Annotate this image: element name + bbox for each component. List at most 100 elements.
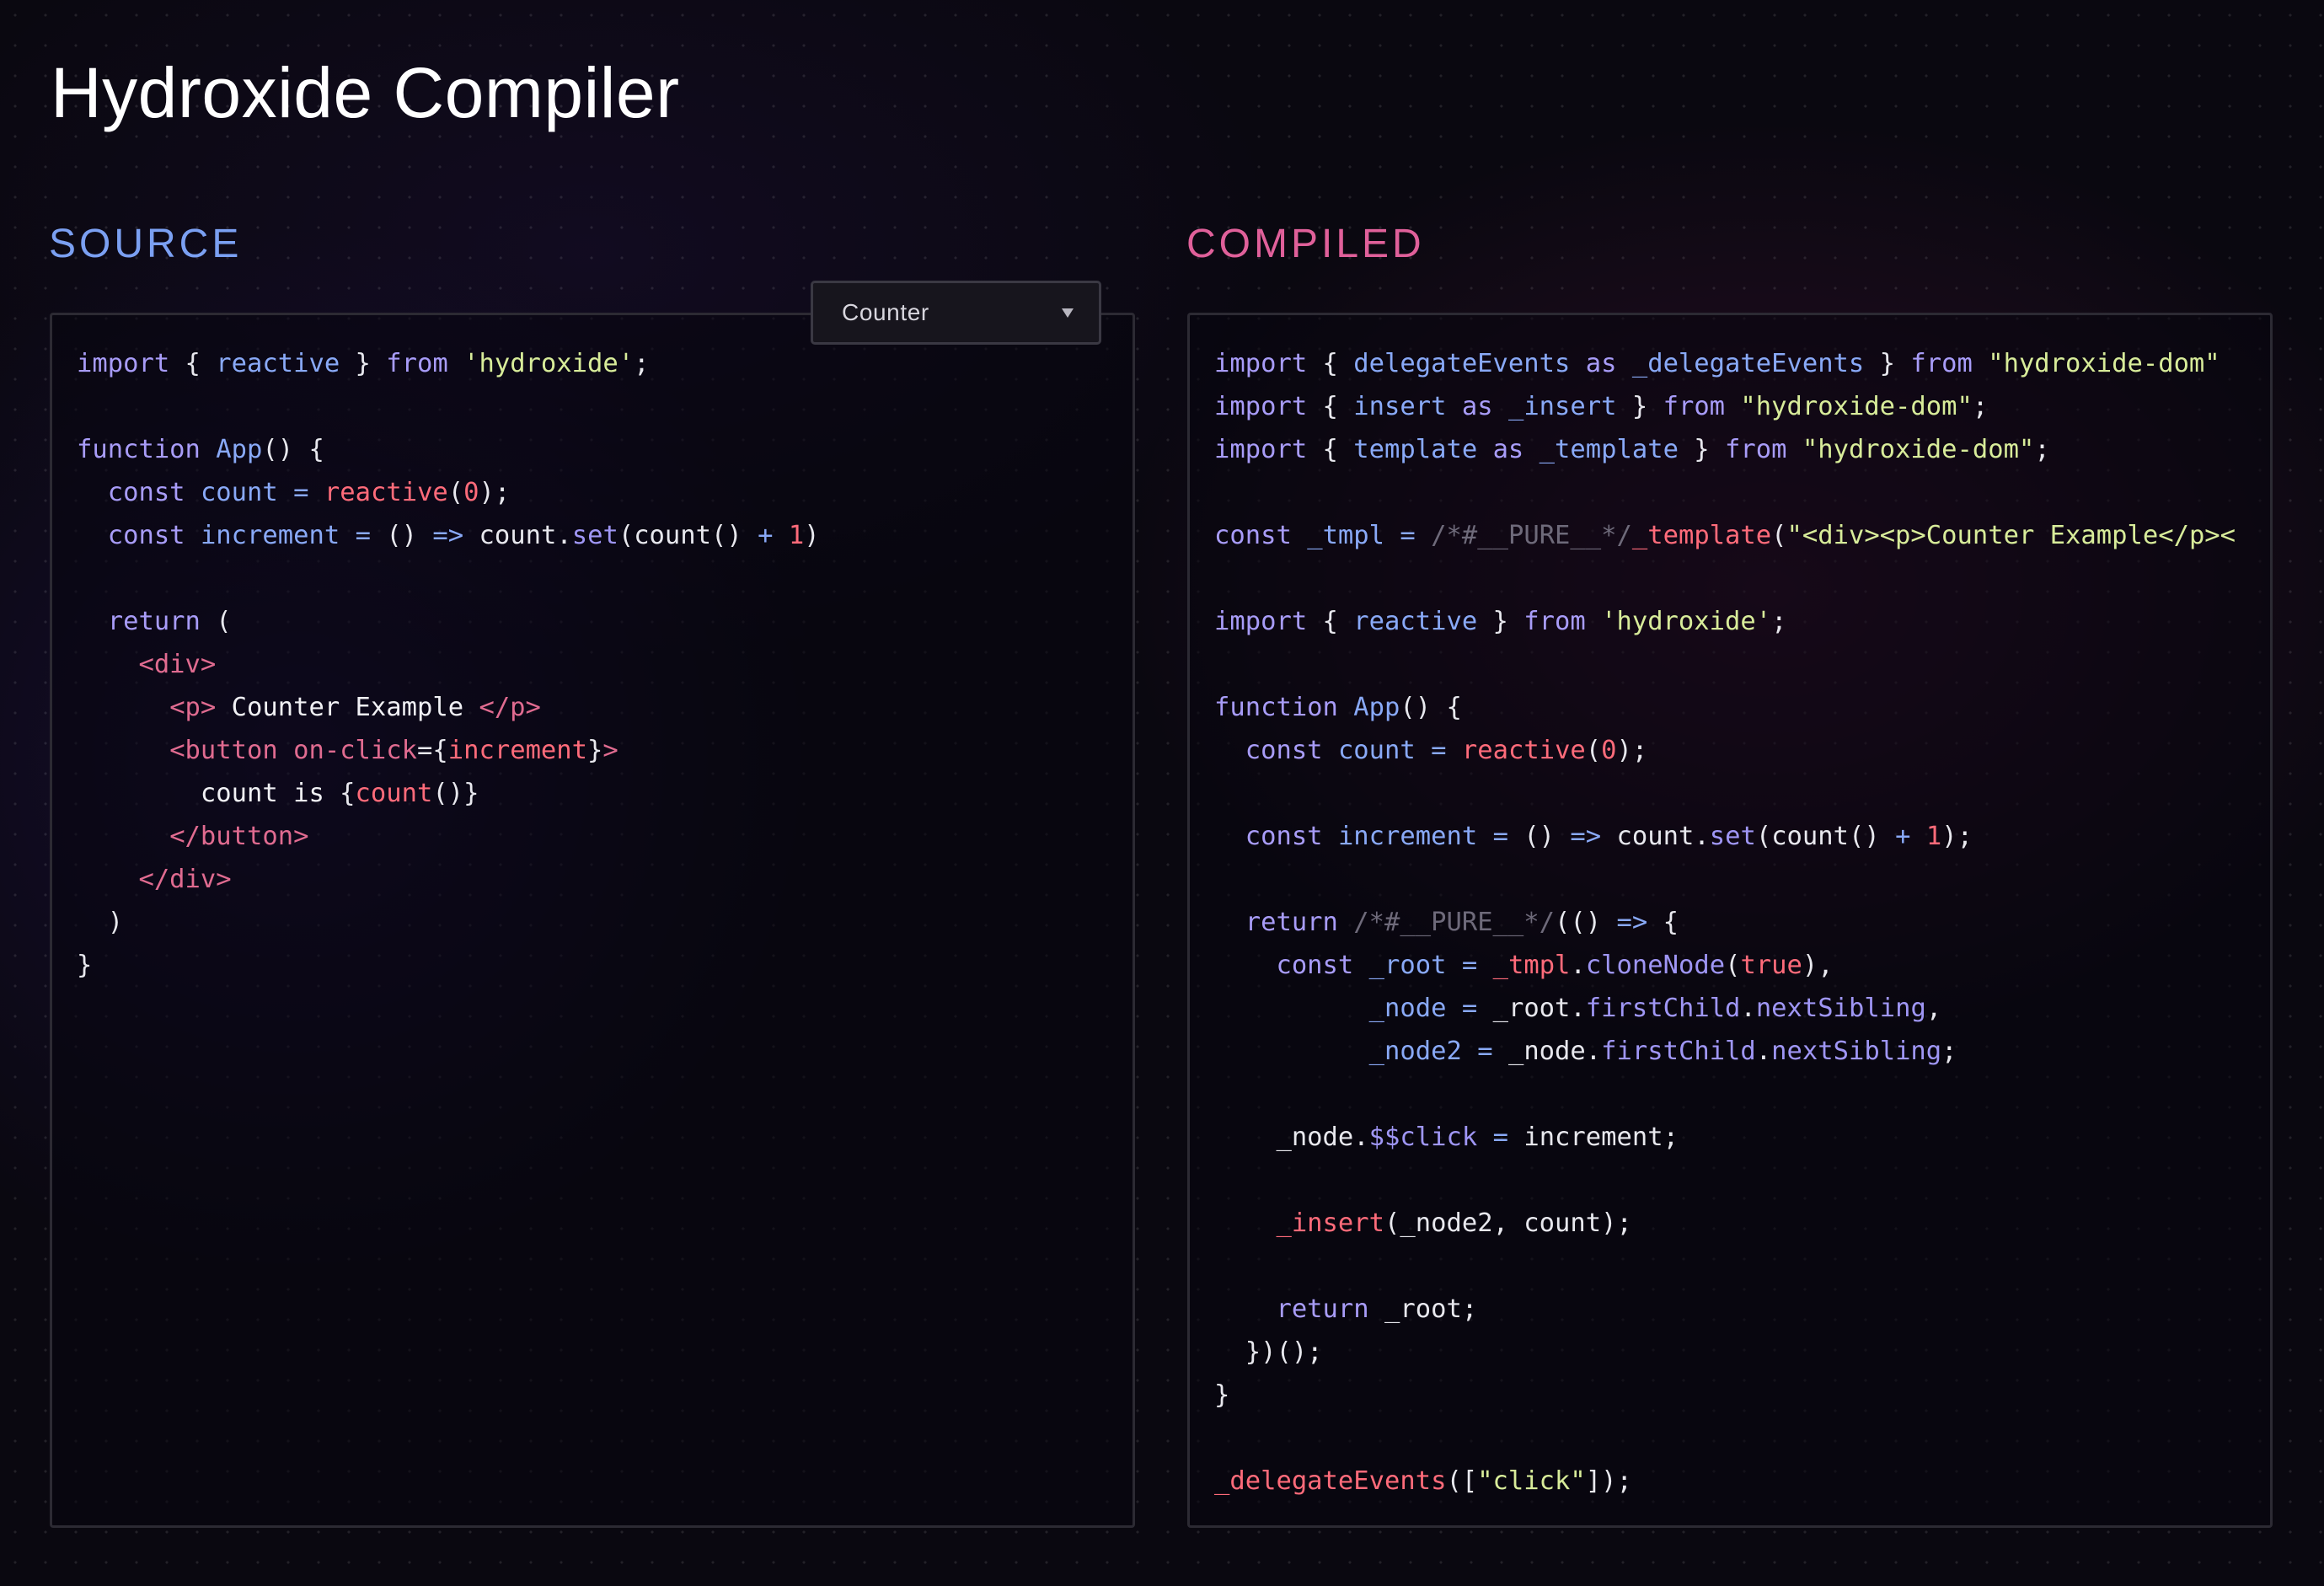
code-line: _node.$$click = increment; xyxy=(1214,1116,2270,1159)
code-token: ); xyxy=(479,478,511,507)
code-token: count xyxy=(1616,822,1695,851)
code-token: return xyxy=(1276,1294,1369,1324)
code-token: count xyxy=(1771,822,1850,851)
source-editor[interactable]: import { reactive } from 'hydroxide'; fun… xyxy=(50,313,1135,1528)
code-line: _node = _root.firstChild.nextSibling, xyxy=(1214,987,2270,1030)
code-token: _delegateEvents xyxy=(1214,1466,1447,1496)
code-token: = xyxy=(1492,1123,1508,1152)
code-token: () { xyxy=(262,435,324,464)
code-token: _root xyxy=(1384,1294,1462,1324)
example-select[interactable]: Counter xyxy=(811,281,1101,345)
code-token: } xyxy=(587,736,603,765)
code-token: { xyxy=(1307,435,1354,464)
code-token: () xyxy=(1507,822,1571,851)
code-token: } xyxy=(1477,607,1524,636)
code-token: => xyxy=(1616,908,1648,937)
code-token: nextSibling xyxy=(1755,994,1926,1023)
compiled-output: import { delegateEvents as _delegateEven… xyxy=(1187,313,2273,1528)
code-token: _tmpl xyxy=(1492,951,1571,980)
code-token: ) xyxy=(77,908,124,937)
code-line: _insert(_node2, count); xyxy=(1214,1202,2270,1245)
code-token: reactive xyxy=(216,349,340,378)
code-line: import { template as _template } from "h… xyxy=(1214,428,2270,471)
code-token: _node xyxy=(1507,1037,1586,1066)
code-token: count xyxy=(634,521,712,550)
code-token: } xyxy=(1864,349,1911,378)
code-token: firstChild xyxy=(1601,1037,1756,1066)
source-code[interactable]: import { reactive } from 'hydroxide'; fun… xyxy=(77,342,1133,987)
code-token: </div> xyxy=(138,865,232,894)
code-token: count is xyxy=(200,779,340,808)
code-token: } xyxy=(340,349,387,378)
code-token: from xyxy=(1910,349,1973,378)
code-token: ( xyxy=(1755,822,1772,851)
code-token: const xyxy=(1276,951,1354,980)
code-line: const _root = _tmpl.cloneNode(true), xyxy=(1214,944,2270,987)
code-token: { xyxy=(1307,349,1354,378)
code-token: => xyxy=(1570,822,1602,851)
code-token: "hydroxide-dom" xyxy=(1740,392,1973,421)
compiled-label: COMPILED xyxy=(1186,222,1425,266)
code-token: = xyxy=(1461,951,1478,980)
code-token: + xyxy=(758,521,774,550)
code-line: } xyxy=(77,944,1133,987)
code-token: , xyxy=(1925,994,1942,1023)
code-token: . xyxy=(1740,994,1756,1023)
code-token: ); xyxy=(1941,822,1973,851)
code-token: _insert xyxy=(1276,1208,1384,1238)
code-token: Counter Example xyxy=(216,693,479,722)
code-token: () xyxy=(711,521,758,550)
code-token: () xyxy=(1849,822,1896,851)
code-token: count xyxy=(1523,1208,1602,1238)
code-token: const xyxy=(1214,521,1292,550)
code-token: _template xyxy=(1631,521,1772,550)
code-token: } xyxy=(1678,435,1726,464)
code-line: const increment = () => count.set(count(… xyxy=(77,514,1133,557)
code-token: as xyxy=(1492,435,1524,464)
code-token: from xyxy=(386,349,448,378)
code-token: . xyxy=(1570,994,1586,1023)
code-token: from xyxy=(1725,435,1787,464)
code-token: _root xyxy=(1492,994,1571,1023)
code-line: })(); xyxy=(1214,1331,2270,1374)
code-token: set xyxy=(571,521,618,550)
code-token: nextSibling xyxy=(1771,1037,1942,1066)
code-token: () xyxy=(370,521,433,550)
code-token: import xyxy=(1214,392,1308,421)
code-token: , xyxy=(1492,1208,1524,1238)
code-line: _node2 = _node.firstChild.nextSibling; xyxy=(1214,1030,2270,1073)
code-token: true xyxy=(1740,951,1802,980)
code-token: _tmpl xyxy=(1307,521,1385,550)
code-token: count xyxy=(1337,736,1416,765)
code-line: import { reactive } from 'hydroxide'; xyxy=(1214,600,2270,643)
code-token: delegateEvents xyxy=(1353,349,1571,378)
code-line: import { delegateEvents as _delegateEven… xyxy=(1214,342,2270,385)
code-token: </p> xyxy=(479,693,541,722)
code-token: import xyxy=(1214,607,1308,636)
code-token: increment xyxy=(1523,1123,1663,1152)
